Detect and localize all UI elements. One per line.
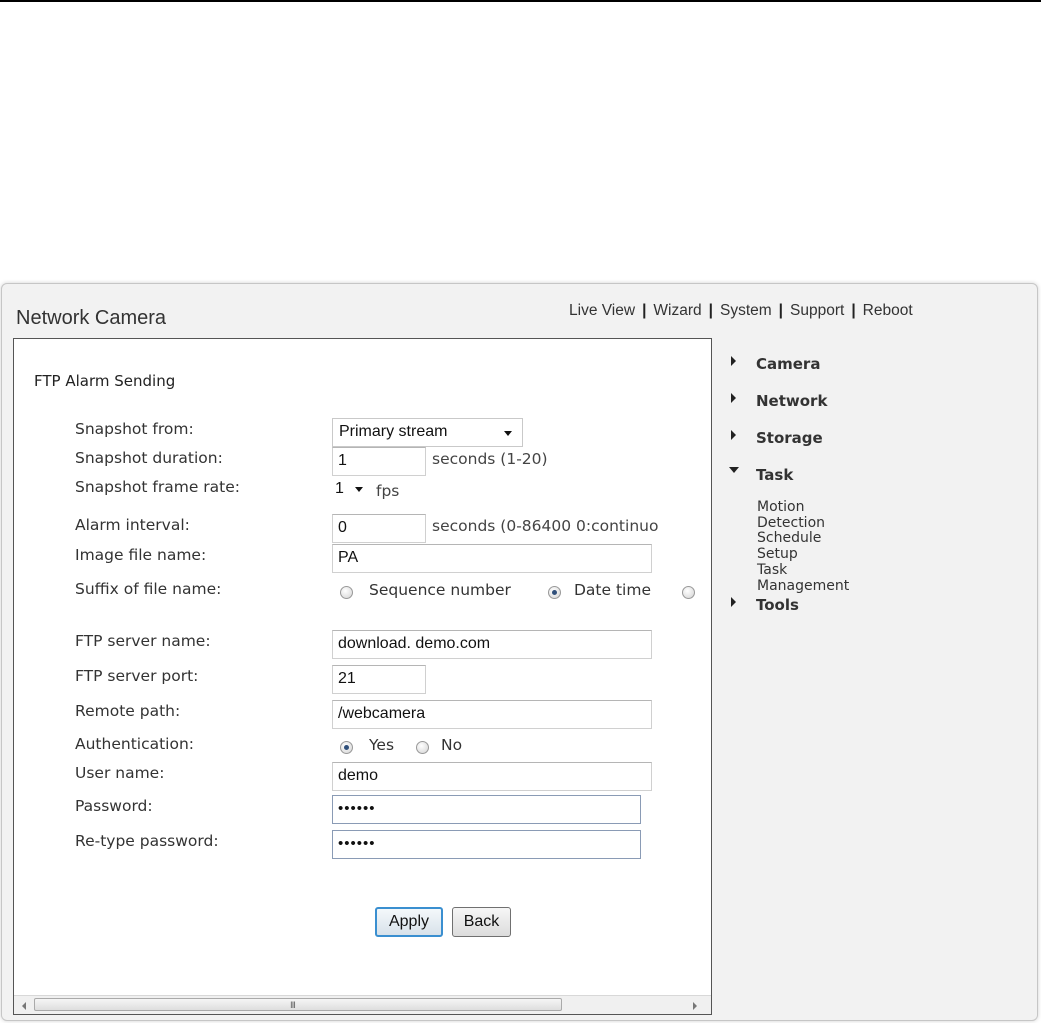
alarm-interval-unit: seconds (0-86400 0:continuo	[432, 517, 659, 535]
snapshot-from-select[interactable]: Primary stream	[332, 418, 523, 447]
row-authentication: Authentication: Yes No	[14, 733, 711, 761]
scroll-thumb[interactable]: III	[34, 998, 562, 1011]
sidebar-subitem-task-management[interactable]: Task Management	[757, 562, 849, 594]
snapshot-duration-input[interactable]: 1	[332, 447, 426, 476]
row-ftp-server-name: FTP server name: download. demo.com	[14, 630, 711, 659]
nav-system[interactable]: System	[720, 302, 772, 319]
nav-reboot[interactable]: Reboot	[863, 302, 913, 319]
row-remote-path: Remote path: /webcamera	[14, 700, 711, 729]
auth-no-label: No	[441, 736, 463, 754]
scroll-left-icon[interactable]	[22, 1002, 26, 1010]
back-button[interactable]: Back	[452, 907, 511, 937]
password-field[interactable]: ••••••	[332, 795, 641, 824]
nav-separator: |	[708, 302, 713, 319]
snapshot-from-label: Snapshot from:	[75, 420, 194, 438]
chevron-down-icon	[504, 431, 512, 436]
sidebar-item-storage[interactable]: Storage	[756, 429, 823, 447]
sidebar-subitem-motion-detection[interactable]: Motion Detection	[757, 499, 825, 531]
snapshot-duration-unit: seconds (1-20)	[432, 450, 548, 468]
top-rule	[0, 0, 1041, 2]
app-title: Network Camera	[16, 307, 167, 329]
auth-yes-label: Yes	[369, 736, 395, 754]
remote-path-label: Remote path:	[75, 702, 181, 720]
ftp-server-name-input[interactable]: download. demo.com	[332, 630, 652, 659]
row-snapshot-frame-rate: Snapshot frame rate: 1 fps	[14, 476, 711, 505]
ftp-server-port-input[interactable]: 21	[332, 665, 426, 694]
sidebar-item-tools[interactable]: Tools	[756, 596, 799, 614]
snapshot-frame-rate-label: Snapshot frame rate:	[75, 478, 240, 496]
user-name-label: User name:	[75, 764, 165, 782]
top-nav: Live View | Wizard | System | Support | Reboot	[569, 302, 913, 320]
nav-support[interactable]: Support	[790, 302, 844, 319]
sidebar-item-network[interactable]: Network	[756, 392, 827, 410]
caret-down-icon	[729, 467, 739, 473]
radio-sequence-number[interactable]	[340, 586, 353, 599]
caret-right-icon	[731, 430, 736, 440]
row-snapshot-duration: Snapshot duration: 1 seconds (1-20)	[14, 447, 711, 476]
horizontal-scrollbar[interactable]: III	[14, 995, 711, 1014]
chevron-down-icon	[355, 487, 363, 492]
frame-rate-unit: fps	[376, 482, 400, 500]
retype-password-label: Re-type password:	[75, 832, 219, 850]
ftp-server-port-label: FTP server port:	[75, 667, 199, 685]
alarm-interval-label: Alarm interval:	[75, 516, 190, 534]
row-snapshot-from: Snapshot from: Primary stream	[14, 418, 711, 447]
section-title: FTP Alarm Sending	[34, 372, 176, 390]
suffix-label: Suffix of file name:	[75, 580, 222, 598]
row-suffix: Suffix of file name: Sequence number Dat…	[14, 578, 711, 606]
caret-right-icon	[731, 597, 736, 607]
row-alarm-interval: Alarm interval: 0 seconds (0-86400 0:con…	[14, 514, 711, 543]
image-file-name-input[interactable]: PA	[332, 544, 652, 573]
nav-separator: |	[642, 302, 647, 319]
nav-live-view[interactable]: Live View	[569, 302, 635, 319]
radio-date-time[interactable]	[548, 586, 561, 599]
row-ftp-server-port: FTP server port: 21	[14, 665, 711, 694]
date-time-label: Date time	[574, 581, 651, 599]
radio-auth-yes[interactable]	[340, 741, 353, 754]
alarm-interval-input[interactable]: 0	[332, 514, 426, 543]
caret-right-icon	[731, 356, 736, 366]
nav-separator: |	[851, 302, 856, 319]
content-panel: FTP Alarm Sending Snapshot from: Primary…	[13, 338, 712, 1015]
row-password: Password: ••••••	[14, 795, 711, 824]
ftp-server-name-label: FTP server name:	[75, 632, 211, 650]
frame-rate-value: 1	[335, 480, 344, 497]
sidebar-item-camera[interactable]: Camera	[756, 355, 820, 373]
row-user-name: User name: demo	[14, 762, 711, 791]
radio-auth-no[interactable]	[416, 741, 429, 754]
scroll-grip: III	[290, 1001, 296, 1011]
apply-button[interactable]: Apply	[375, 907, 443, 937]
sidebar-subitem-schedule-setup[interactable]: Schedule Setup	[757, 530, 821, 562]
row-retype-password: Re-type password: ••••••	[14, 830, 711, 859]
retype-password-field[interactable]: ••••••	[332, 830, 641, 859]
remote-path-input[interactable]: /webcamera	[332, 700, 652, 729]
radio-suffix-extra[interactable]	[682, 586, 695, 599]
snapshot-from-value: Primary stream	[339, 423, 448, 440]
nav-wizard[interactable]: Wizard	[653, 302, 701, 319]
image-file-name-label: Image file name:	[75, 546, 207, 564]
sequence-number-label: Sequence number	[369, 581, 511, 599]
scroll-right-icon[interactable]	[693, 1002, 697, 1010]
frame-rate-select[interactable]: 1	[332, 476, 377, 505]
row-image-file-name: Image file name: PA	[14, 544, 711, 573]
caret-right-icon	[731, 393, 736, 403]
password-label: Password:	[75, 797, 153, 815]
sidebar-item-task[interactable]: Task	[756, 466, 793, 484]
nav-separator: |	[778, 302, 784, 319]
authentication-label: Authentication:	[75, 735, 195, 753]
user-name-input[interactable]: demo	[332, 762, 652, 791]
snapshot-duration-label: Snapshot duration:	[75, 449, 223, 467]
